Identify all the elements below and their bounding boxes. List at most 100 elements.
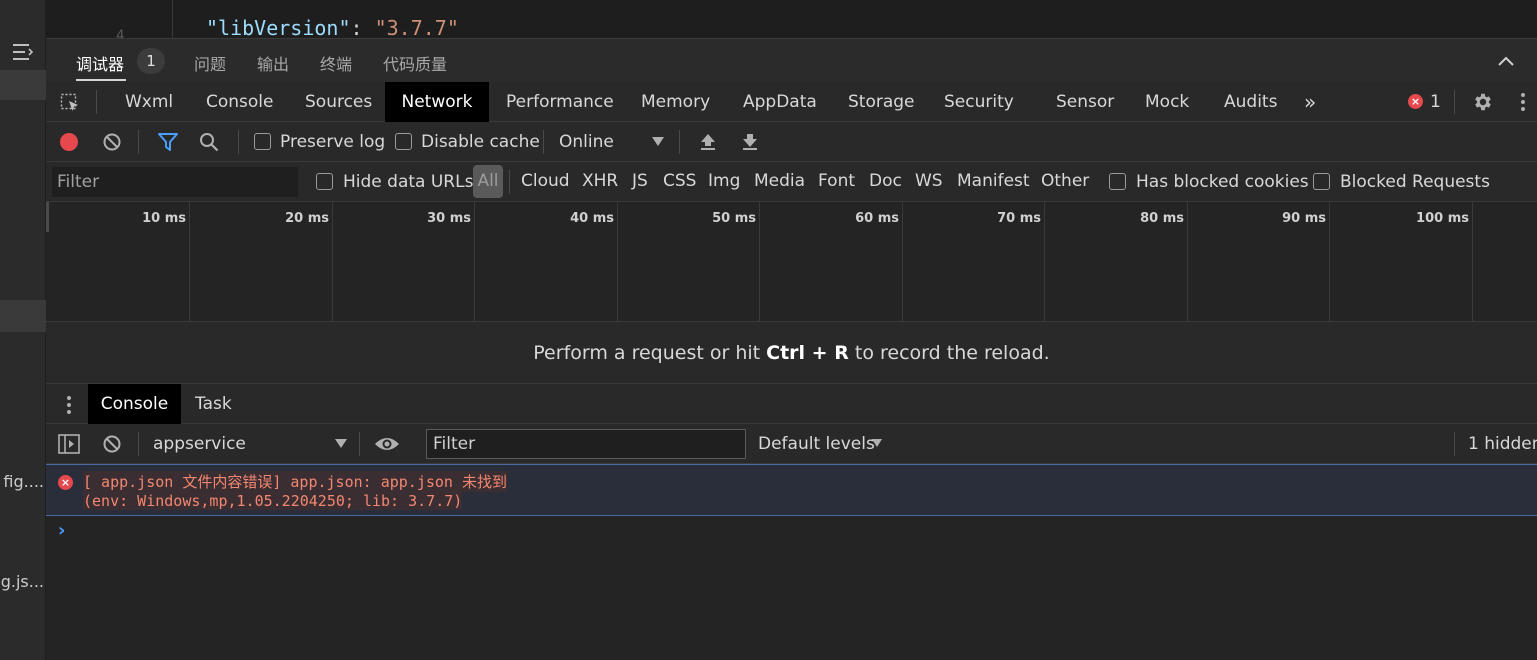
more-tabs-icon[interactable]: » (1304, 82, 1316, 122)
more-options-icon[interactable] (1520, 92, 1526, 112)
timeline-tick-label: 90 ms (1282, 211, 1326, 226)
tab-wxml[interactable]: Wxml (125, 82, 173, 122)
export-har-icon[interactable] (741, 132, 759, 152)
eye-icon[interactable] (374, 435, 400, 453)
type-filter-doc[interactable]: Doc (869, 171, 902, 191)
tab-performance[interactable]: Performance (506, 82, 614, 122)
has-blocked-cookies-checkbox[interactable] (1109, 173, 1126, 190)
type-filter-manifest[interactable]: Manifest (957, 171, 1030, 191)
inspect-element-icon[interactable] (60, 93, 80, 113)
console-toolbar: appservice Default levels 1 hidden (46, 424, 1537, 464)
type-filter-cloud[interactable]: Cloud (521, 171, 570, 191)
type-filter-all[interactable]: All (473, 165, 503, 198)
drawer-tab-task[interactable]: Task (195, 384, 232, 424)
console-message-text: (env: Windows,mp,1.05.2204250; lib: 3.7.… (83, 492, 463, 510)
error-icon[interactable]: × (1408, 94, 1423, 109)
tab-terminal[interactable]: 终端 (320, 51, 352, 75)
timeline-tick-label: 40 ms (570, 211, 614, 226)
console-prompt[interactable]: › (58, 520, 65, 541)
tab-storage[interactable]: Storage (848, 82, 915, 122)
has-blocked-cookies-label: Has blocked cookies (1136, 172, 1309, 192)
tab-console[interactable]: Console (206, 82, 274, 122)
code-editor[interactable]: 4 "libVersion": "3.7.7" (46, 0, 1537, 38)
record-icon[interactable] (60, 133, 78, 151)
menu-icon[interactable] (12, 42, 34, 62)
sidebar-file-item[interactable]: fig.... (0, 472, 46, 491)
disable-cache-checkbox[interactable] (395, 133, 412, 150)
tab-sensor[interactable]: Sensor (1056, 82, 1114, 122)
type-filter-other[interactable]: Other (1041, 171, 1089, 191)
sidebar-toggle-icon[interactable] (58, 434, 80, 454)
clear-icon[interactable] (103, 133, 121, 151)
timeline-divider (189, 202, 190, 322)
type-filter-font[interactable]: Font (818, 171, 855, 191)
tab-output[interactable]: 输出 (257, 51, 289, 75)
separator (96, 90, 97, 114)
type-filter-js[interactable]: JS (632, 171, 648, 191)
hide-data-urls-checkbox[interactable] (316, 173, 333, 190)
type-filter-xhr[interactable]: XHR (582, 171, 618, 191)
tab-appdata[interactable]: AppData (743, 82, 817, 122)
log-levels-select[interactable]: Default levels (758, 434, 875, 454)
timeline-divider (902, 202, 903, 322)
context-select[interactable]: appservice (153, 434, 246, 454)
sidebar-selected-item[interactable] (0, 70, 46, 100)
chevron-down-icon[interactable] (335, 439, 347, 448)
tab-audits[interactable]: Audits (1224, 82, 1277, 122)
chevron-up-icon[interactable] (1497, 55, 1515, 67)
chevron-down-icon[interactable] (652, 137, 664, 146)
blocked-requests-checkbox[interactable] (1313, 173, 1330, 190)
search-icon[interactable] (199, 132, 219, 152)
separator (1454, 432, 1455, 456)
error-count[interactable]: 1 (1430, 92, 1441, 112)
timeline-tick-label: 20 ms (285, 211, 329, 226)
network-filter-bar: Hide data URLs All Cloud XHR JS CSS Img … (46, 162, 1537, 202)
separator (543, 130, 544, 154)
console-message-error[interactable]: × [ app.json 文件内容错误] app.json: app.json … (46, 464, 1537, 516)
console-message-text: [ app.json 文件内容错误] app.json: app.json 未找… (83, 471, 507, 492)
tab-problems[interactable]: 问题 (194, 51, 226, 75)
network-toolbar: Preserve log Disable cache Online (46, 122, 1537, 162)
timeline-tick-label: 30 ms (427, 211, 471, 226)
tab-memory[interactable]: Memory (641, 82, 710, 122)
filter-icon[interactable] (158, 133, 178, 151)
timeline-tick-label: 100 ms (1416, 211, 1469, 226)
preserve-log-checkbox[interactable] (254, 133, 271, 150)
json-key: "libVersion" (206, 16, 351, 38)
timeline-tick-label: 80 ms (1140, 211, 1184, 226)
network-overview-timeline[interactable]: 10 ms 20 ms 30 ms 40 ms 50 ms 60 ms 70 m… (46, 202, 1537, 322)
separator (138, 432, 139, 456)
active-tab-indicator (76, 79, 126, 81)
tab-sources[interactable]: Sources (305, 82, 372, 122)
type-filter-media[interactable]: Media (754, 171, 805, 191)
sidebar-file-item[interactable]: g.js... (0, 572, 46, 591)
chevron-down-icon[interactable] (872, 439, 882, 447)
throttling-select[interactable]: Online (559, 132, 614, 152)
console-filter-input[interactable] (426, 429, 746, 459)
type-filter-img[interactable]: Img (708, 171, 740, 191)
clear-console-icon[interactable] (103, 435, 121, 453)
type-filter-css[interactable]: CSS (663, 171, 696, 191)
shortcut-plus: + (805, 342, 835, 364)
network-filter-input[interactable] (52, 167, 298, 197)
shortcut-key: R (834, 342, 849, 364)
gear-icon[interactable] (1472, 91, 1494, 113)
drawer-tabbar: Console Task (46, 384, 1537, 424)
import-har-icon[interactable] (699, 132, 717, 152)
type-filter-ws[interactable]: WS (915, 171, 943, 191)
line-number: 4 (116, 28, 125, 38)
separator (138, 130, 139, 154)
separator (1454, 90, 1455, 114)
tab-security[interactable]: Security (944, 82, 1014, 122)
tab-mock[interactable]: Mock (1145, 82, 1189, 122)
panel-header: 调试器 1 问题 输出 终端 代码质量 (46, 38, 1537, 82)
tab-network[interactable]: Network (385, 82, 489, 122)
json-value: "3.7.7" (374, 16, 459, 38)
tab-code-quality[interactable]: 代码质量 (383, 51, 447, 75)
tab-debugger[interactable]: 调试器 (76, 51, 124, 75)
drawer-tab-console[interactable]: Console (88, 384, 181, 424)
sidebar-selected-item[interactable] (0, 300, 46, 332)
hide-data-urls-label: Hide data URLs (343, 172, 474, 192)
drawer-menu-icon[interactable] (66, 395, 72, 415)
timeline-handle[interactable] (46, 202, 49, 232)
